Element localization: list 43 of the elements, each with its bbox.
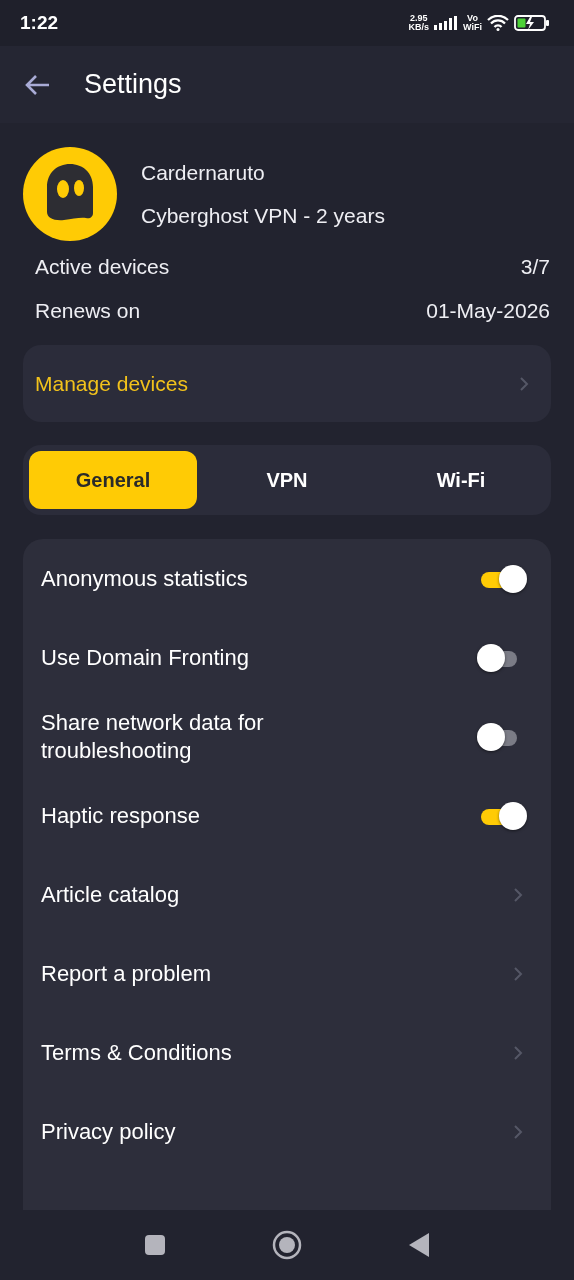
chevron-right-icon: [519, 375, 529, 392]
page-title: Settings: [84, 69, 182, 100]
vowifi-label: Vo: [467, 14, 478, 23]
toggle-switch[interactable]: [481, 563, 529, 594]
back-button[interactable]: [24, 73, 50, 96]
setting-label: Use Domain Fronting: [41, 643, 249, 672]
back-arrow-icon: [24, 73, 50, 96]
tab[interactable]: VPN: [203, 451, 371, 509]
vowifi-label: WiFi: [463, 23, 482, 32]
square-icon: [144, 1234, 166, 1256]
home-button[interactable]: [272, 1230, 302, 1260]
chevron-right-icon: [513, 965, 523, 982]
info-label: Renews on: [35, 299, 141, 323]
info-value: 01-May-2026: [426, 299, 550, 323]
account-name: Cardernaruto: [141, 160, 266, 185]
network-speed-unit: KB/s: [408, 23, 430, 32]
battery-charging-icon: [514, 15, 550, 31]
setting-label: Haptic response: [41, 801, 200, 830]
settings-link-row[interactable]: Article catalog: [41, 855, 529, 934]
tab[interactable]: General: [29, 451, 197, 509]
info-label: Active devices: [35, 255, 170, 279]
chevron-right-icon: [513, 1123, 523, 1140]
home-circle-icon: [272, 1230, 302, 1260]
tab[interactable]: Wi-Fi: [377, 451, 545, 509]
ghost-logo-icon: [23, 147, 117, 241]
back-nav-button[interactable]: [408, 1232, 430, 1258]
manage-devices-button[interactable]: Manage devices: [23, 345, 551, 422]
toggle-switch[interactable]: [481, 800, 529, 831]
signal-icon: [434, 16, 459, 30]
settings-link-row[interactable]: Report a problem: [41, 934, 529, 1013]
settings-link-row[interactable]: Terms & Conditions: [41, 1013, 529, 1092]
recents-button[interactable]: [144, 1234, 166, 1256]
subscription-plan: Cyberghost VPN - 2 years: [141, 203, 385, 228]
info-value: 3/7: [520, 255, 550, 279]
chevron-right-icon: [513, 1044, 523, 1061]
chevron-right-icon: [513, 886, 523, 903]
wifi-icon: [487, 15, 509, 31]
network-speed: 2.95: [410, 14, 428, 23]
triangle-back-icon: [408, 1232, 430, 1258]
setting-label: Anonymous statistics: [41, 564, 248, 593]
setting-label: Share network data for troubleshooting: [41, 708, 265, 765]
clock: 1:22: [20, 12, 60, 34]
settings-link-row[interactable]: Privacy policy: [41, 1092, 529, 1171]
